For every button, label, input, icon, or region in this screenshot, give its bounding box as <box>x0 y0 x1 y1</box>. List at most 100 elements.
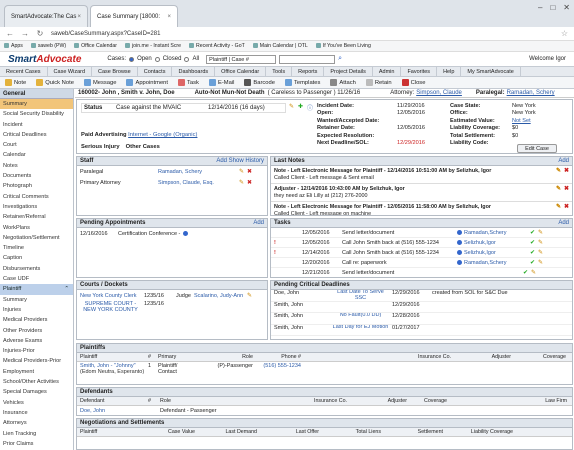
sidebar-subitem[interactable]: Attorneys <box>0 418 73 428</box>
search-icon[interactable]: ⌕ <box>338 55 342 63</box>
task-assignee[interactable]: Selizhuk,Igor <box>464 250 522 256</box>
task-row[interactable]: 12/21/2016 Send letter/document ✔ ✎ <box>271 268 572 277</box>
menu-item[interactable]: Case Browse <box>92 67 138 76</box>
close-window-icon[interactable]: ✕ <box>563 3 570 12</box>
search-type-select[interactable]: Plaintiff | Case # <box>206 54 277 64</box>
toolbar-task-button[interactable]: Task <box>173 79 204 86</box>
add-note-link[interactable]: Add <box>558 158 569 164</box>
sidebar-subitem[interactable]: Injuries <box>0 305 73 315</box>
grid-column-header[interactable]: Phone # <box>253 354 301 360</box>
sidebar-subitem[interactable]: Medical Providers-Prior <box>0 356 73 366</box>
sidebar-subitem[interactable]: Vehicles <box>0 398 73 408</box>
staff-name[interactable]: Ramadan, Schery <box>155 169 239 175</box>
sidebar-item[interactable]: Incident <box>0 120 73 130</box>
sidebar-item[interactable]: Retainer/Referral <box>0 212 73 222</box>
task-row[interactable]: ! 12/05/2016 Call John Smith back at (516)… <box>271 238 572 248</box>
sidebar-item[interactable]: Disbursements <box>0 264 73 274</box>
add-appointment-link[interactable]: Add <box>253 220 264 226</box>
sidebar-item[interactable]: Negotiation/Settlement <box>0 233 73 243</box>
plaintiff-row[interactable]: Smith, John - "Johnny" (Edom Neutra, Espe… <box>77 362 572 382</box>
task-assignee[interactable]: Ramadan,Schery <box>464 230 522 236</box>
grid-column-header[interactable]: Total Liens <box>319 429 381 435</box>
note-item[interactable]: Note - Left Electronic Message for Plain… <box>271 202 572 215</box>
sidebar-item[interactable]: WorkPlans <box>0 223 73 233</box>
toolbar-quick-note-button[interactable]: Quick Note <box>31 79 79 86</box>
sidebar-subitem[interactable]: Medical Providers <box>0 315 73 325</box>
deadline-row[interactable]: Smith, John No Fault(0.0 DD) 12/28/2016 <box>271 313 572 325</box>
grid-column-header[interactable]: Primary <box>155 354 189 360</box>
reload-icon[interactable]: ↻ <box>35 29 45 38</box>
radio-closed[interactable] <box>154 56 160 62</box>
grid-column-header[interactable]: Coverage <box>407 398 447 404</box>
welcome-user[interactable]: Welcome Igor <box>529 56 566 62</box>
edit-case-button[interactable]: Edit Case <box>517 144 557 153</box>
menu-item[interactable]: Project Details <box>324 67 373 76</box>
grid-column-header[interactable]: Insurance Co. <box>237 398 347 404</box>
task-row[interactable]: 12/05/2016 Send letter/document Ramadan,Sc… <box>271 228 572 238</box>
url-input[interactable]: saweb/CaseSummary.aspx?CaseID=281 <box>51 31 160 37</box>
bookmark[interactable]: Office Calendar <box>74 43 117 49</box>
info-icon[interactable] <box>457 240 462 245</box>
delete-icon[interactable]: ✖ <box>564 168 569 175</box>
sidebar-subitem[interactable]: Adverse Exams <box>0 336 73 346</box>
sidebar-subitem[interactable]: Insurance <box>0 408 73 418</box>
edit-pencil-icon[interactable]: ✎ <box>247 292 252 299</box>
sidebar-item[interactable]: Critical Comments <box>0 192 73 202</box>
grid-column-header[interactable]: # <box>145 354 155 360</box>
edit-pencil-icon[interactable]: ✎ <box>538 259 543 266</box>
deadline-row[interactable]: Smith, John 12/29/2016 <box>271 302 572 313</box>
paralegal-link[interactable]: Ramadan, Schery <box>507 90 555 96</box>
grid-column-header[interactable]: Insurance Co. <box>301 354 451 360</box>
complete-check-icon[interactable]: ✔ <box>523 269 528 276</box>
grid-column-header[interactable]: Coverage <box>511 354 566 360</box>
collapse-icon[interactable]: ⌃ <box>64 284 69 294</box>
sidebar-item[interactable]: Summary <box>0 99 73 110</box>
browser-tab-1[interactable]: SmartAdvocate:The Cas × <box>4 5 88 27</box>
court-row[interactable]: SUPREME COURT - NEW YORK COUNTY 1235/16 <box>77 301 267 315</box>
staff-add-link[interactable]: Add Show History <box>216 158 264 164</box>
star-icon[interactable]: ☆ <box>561 29 568 38</box>
sidebar-subitem[interactable]: Lien Tracking <box>0 429 73 439</box>
toolbar-email-button[interactable]: E-Mail <box>204 79 239 86</box>
task-row[interactable]: 12/20/2016 Call re: paperwork Ramadan,Sche… <box>271 258 572 268</box>
grid-column-header[interactable]: Last Demand <box>195 429 257 435</box>
grid-column-header[interactable]: Last Offer <box>257 429 319 435</box>
menu-item[interactable]: Favorites <box>401 67 438 76</box>
delete-icon[interactable]: ✖ <box>247 179 252 186</box>
tab-close-icon[interactable]: × <box>77 14 81 20</box>
toolbar-close-case-button[interactable]: Close <box>397 79 431 86</box>
grid-column-header[interactable]: Role <box>189 354 253 360</box>
staff-row[interactable]: Paralegal Ramadan, Schery ✎ ✖ <box>77 166 267 177</box>
sidebar-subitem[interactable]: Summary <box>0 295 73 305</box>
edit-pencil-icon[interactable]: ✎ <box>538 249 543 256</box>
edit-pencil-icon[interactable]: ✎ <box>556 186 561 193</box>
menu-item[interactable]: Case Wizard <box>48 67 93 76</box>
sidebar-item[interactable]: Investigations <box>0 202 73 212</box>
sidebar-item[interactable]: Critical Deadlines <box>0 130 73 140</box>
grid-column-header[interactable]: Role <box>157 398 237 404</box>
sidebar-subitem[interactable]: Special Damages <box>0 387 73 397</box>
menu-item[interactable]: Office Calendar <box>215 67 267 76</box>
bookmark[interactable]: Main Calendar | OTL <box>252 43 308 49</box>
sidebar-item[interactable]: Notes <box>0 161 73 171</box>
delete-icon[interactable]: ✖ <box>247 168 252 175</box>
info-icon[interactable] <box>457 230 462 235</box>
edit-pencil-icon[interactable]: ✎ <box>239 179 244 186</box>
menu-item[interactable]: Help <box>437 67 462 76</box>
grid-column-header[interactable]: Plaintiff <box>77 429 145 435</box>
grid-column-header[interactable]: Plaintiff <box>77 354 145 360</box>
menu-item[interactable]: Tools <box>266 67 293 76</box>
appointment-row[interactable]: 12/16/2016 Certification Conference - <box>77 228 267 239</box>
edit-pencil-icon[interactable]: ✎ <box>531 269 536 276</box>
note-item[interactable]: Note - Left Electronic Message for Plain… <box>271 166 572 184</box>
sidebar-subitem[interactable]: Other Providers <box>0 326 73 336</box>
staff-row[interactable]: Primary Attorney Simpson, Claude, Esq. ✎ ✖ <box>77 177 267 188</box>
sidebar-subitem[interactable]: School/Other Activities <box>0 377 73 387</box>
radio-all[interactable] <box>184 56 190 62</box>
staff-name[interactable]: Simpson, Claude, Esq. <box>155 180 239 186</box>
task-assignee[interactable]: Ramadan,Schery <box>464 260 522 266</box>
sidebar-item[interactable]: Calendar <box>0 150 73 160</box>
menu-item[interactable]: Reports <box>292 67 325 76</box>
toolbar-retain-button[interactable]: Retain <box>361 79 397 86</box>
sidebar-subitem[interactable]: Employment <box>0 367 73 377</box>
